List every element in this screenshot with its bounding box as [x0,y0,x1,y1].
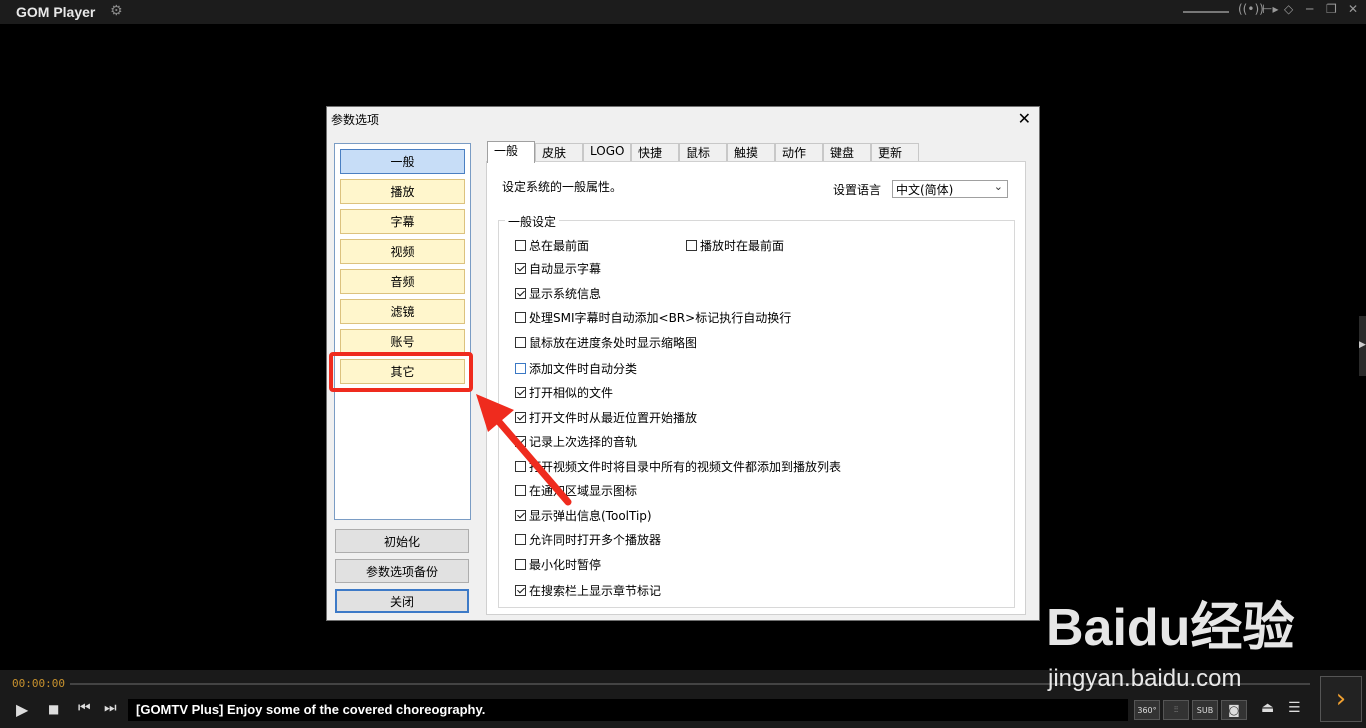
general-panel: 设定系统的一般属性。 设置语言 中文(简体) ⌄ 一般设定 总在最前面 播放时在… [486,161,1026,615]
category-list: 一般 播放 字幕 视频 音频 滤镜 账号 其它 [334,143,471,520]
option-smi-br[interactable]: 处理SMI字幕时自动添加<BR>标记执行自动换行 [515,309,791,326]
watermark-url: jingyan.baidu.com [1048,665,1242,692]
option-label: 添加文件时自动分类 [529,362,638,376]
app-logo: GOM Player [16,4,96,20]
baidu-watermark: Baidu经验 jingyan.baidu.com [1046,585,1295,692]
menu-icon[interactable]: ☰ [1288,700,1301,716]
watermark-logo: Baidu经验 [1046,599,1295,657]
chevron-down-icon: ⌄ [993,180,1003,193]
option-pause-minimized[interactable]: 最小化时暂停 [515,556,601,573]
vr-360-button[interactable]: 360° [1134,700,1160,720]
option-on-top-while-playing[interactable]: 播放时在最前面 [686,237,784,254]
tab-keyboard[interactable]: 键盘 [823,143,871,161]
option-label: 允许同时打开多个播放器 [529,533,662,547]
dialog-title: 参数选项 [331,113,380,127]
checkbox[interactable] [515,534,526,545]
language-value: 中文(简体) [896,183,954,197]
checkbox[interactable] [515,559,526,570]
minimize-icon[interactable]: ─ [1306,2,1313,16]
option-always-on-top[interactable]: 总在最前面 [515,237,589,254]
tab-general[interactable]: 一般 [487,141,535,163]
checkbox[interactable] [686,240,697,251]
broadcast-icon[interactable]: ((•)) [1238,2,1264,16]
news-ticker[interactable]: [GOMTV Plus] Enjoy some of the covered c… [128,699,1128,721]
option-chapter-marks[interactable]: 在搜索栏上显示章节标记 [515,582,661,599]
option-label: 在搜索栏上显示章节标记 [529,584,662,598]
tab-skin[interactable]: 皮肤 [535,143,583,161]
current-time: 00:00:00 [12,677,65,690]
category-general[interactable]: 一般 [340,149,465,174]
category-filter[interactable]: 滤镜 [340,299,465,324]
checkbox[interactable] [515,288,526,299]
category-video[interactable]: 视频 [340,239,465,264]
play-icon[interactable]: ▶ [16,700,28,719]
tab-touch[interactable]: 触摸 [727,143,775,161]
equalizer-icon[interactable]: ⫶⫶ [1163,700,1189,720]
gear-icon[interactable]: ⚙ [110,3,123,19]
option-label: 鼠标放在进度条处时显示缩略图 [529,336,698,350]
checkbox[interactable] [515,263,526,274]
close-icon[interactable]: ✕ [1348,2,1358,16]
tab-logo[interactable]: LOGO [583,143,631,161]
subtitle-button[interactable]: SUB [1192,700,1218,720]
close-button[interactable]: 关闭 [335,589,469,613]
chevron-right-icon: ▶ [1359,340,1366,350]
expand-panel-icon[interactable]: › [1320,676,1362,722]
category-audio[interactable]: 音频 [340,269,465,294]
next-icon[interactable]: ⏭ [104,700,117,716]
tab-update[interactable]: 更新 [871,143,919,161]
option-label: 最小化时暂停 [529,558,602,572]
checkbox[interactable] [515,510,526,521]
option-label: 显示系统信息 [529,287,602,301]
panel-description: 设定系统的一般属性。 [502,180,623,194]
language-select[interactable]: 中文(简体) ⌄ [892,180,1008,198]
tab-shortcut[interactable]: 快捷 [631,143,679,161]
option-multi-instance[interactable]: 允许同时打开多个播放器 [515,531,661,548]
option-auto-subtitle[interactable]: 自动显示字幕 [515,260,601,277]
option-auto-sort[interactable]: 添加文件时自动分类 [515,360,637,377]
option-label: 处理SMI字幕时自动添加<BR>标记执行自动换行 [529,311,792,325]
option-system-info[interactable]: 显示系统信息 [515,285,601,302]
reset-button[interactable]: 初始化 [335,529,469,553]
option-label: 播放时在最前面 [700,239,785,253]
checkbox[interactable] [515,240,526,251]
checkbox[interactable] [515,363,526,374]
eject-icon[interactable]: ⏏ [1261,700,1274,716]
previous-icon[interactable]: ⏮ [78,700,91,716]
checkbox[interactable] [515,337,526,348]
pin-icon[interactable]: ⊢▸ [1262,2,1278,16]
annotation-arrow-icon [476,394,572,506]
camera-icon[interactable]: ◙ [1221,700,1247,720]
option-label: 自动显示字幕 [529,262,602,276]
title-bar: GOM Player ⚙ ((•)) ⊢▸ ◇ ─ ❐ ✕ [0,0,1366,24]
tab-action[interactable]: 动作 [775,143,823,161]
checkbox[interactable] [515,585,526,596]
skin-icon[interactable]: ◇ [1284,2,1293,16]
tab-mouse[interactable]: 鼠标 [679,143,727,161]
category-account[interactable]: 账号 [340,329,465,354]
maximize-icon[interactable]: ❐ [1326,2,1337,16]
volume-slider[interactable] [1183,11,1229,13]
side-panel-handle[interactable]: ▶ [1359,316,1366,376]
stop-icon[interactable]: ■ [48,702,59,716]
option-thumbnail[interactable]: 鼠标放在进度条处时显示缩略图 [515,334,697,351]
category-subtitle[interactable]: 字幕 [340,209,465,234]
category-playback[interactable]: 播放 [340,179,465,204]
close-icon[interactable]: ✕ [1018,109,1031,128]
highlight-box [329,352,473,392]
group-title: 一般设定 [505,213,560,230]
backup-button[interactable]: 参数选项备份 [335,559,469,583]
option-label: 总在最前面 [529,239,590,253]
language-label: 设置语言 [833,183,882,197]
checkbox[interactable] [515,312,526,323]
